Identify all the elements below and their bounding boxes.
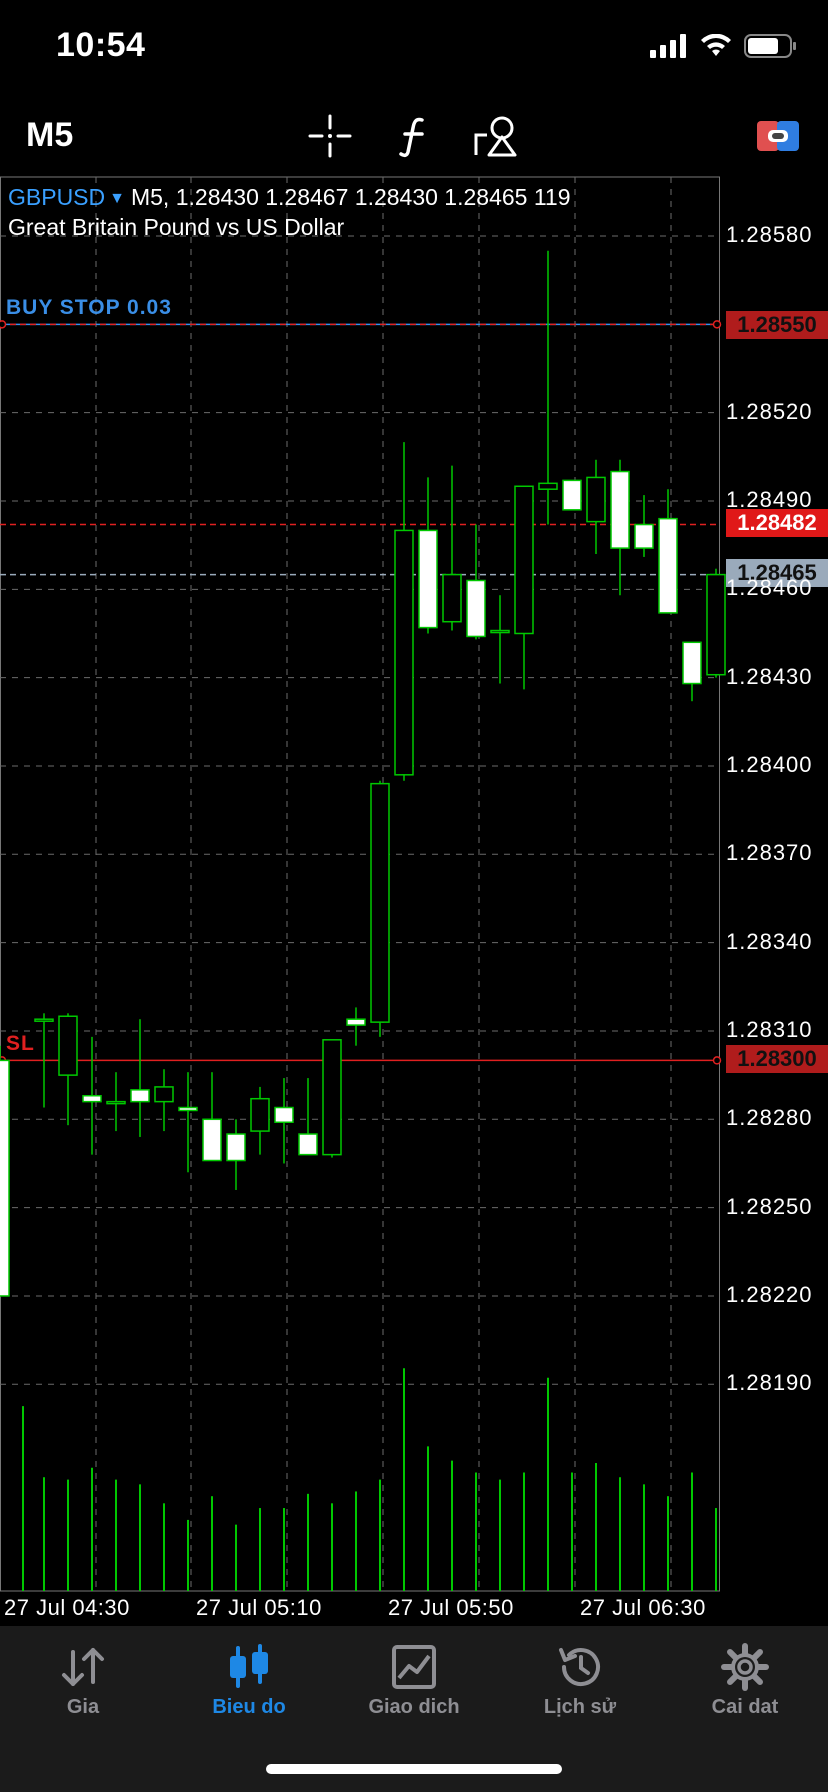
tab-trade-label: Giao dich [368, 1696, 460, 1718]
tab-history-label: Lịch sử [543, 1696, 617, 1718]
history-clock-icon [559, 1648, 600, 1687]
price-chart[interactable] [0, 0, 828, 1626]
level-line-handle [0, 320, 7, 329]
tab-settings[interactable]: Cai dat [662, 1626, 828, 1746]
candle-body [34, 1018, 54, 1022]
candle-body [634, 523, 654, 549]
buy-stop-label[interactable]: BUY STOP 0.03 [6, 296, 172, 320]
candle-body [610, 470, 630, 549]
candle-body [586, 476, 606, 523]
symbol-dropdown-icon[interactable]: ▼ [109, 190, 125, 207]
home-indicator [266, 1764, 562, 1774]
tab-history[interactable]: Lịch sử [497, 1626, 663, 1746]
candle-body [538, 482, 558, 490]
candle-body [442, 573, 462, 623]
time-tick-label: 27 Jul 05:50 [388, 1595, 514, 1620]
price-tick-label: 1.28580 [726, 222, 813, 247]
candle-body [394, 529, 414, 776]
candle-body [418, 529, 438, 629]
candle-body [154, 1086, 174, 1103]
candle-body [658, 517, 678, 614]
candle-body [490, 629, 510, 634]
candle-body [514, 485, 534, 635]
candle-body [0, 1059, 10, 1297]
time-tick-label: 27 Jul 06:30 [580, 1595, 706, 1620]
tab-chart[interactable]: Bieu do [166, 1626, 332, 1746]
candle-body [106, 1100, 126, 1105]
price-tick-label: 1.28310 [726, 1016, 813, 1042]
bid-price-label: 1.28482 [726, 509, 828, 537]
chart-ohlc-info: M5, 1.28430 1.28467 1.28430 1.28465 119 [130, 184, 571, 210]
candle-body [178, 1106, 198, 1112]
sl-label[interactable]: SL [6, 1032, 35, 1056]
candle-body [298, 1133, 318, 1156]
chart-symbol[interactable]: GBPUSD [8, 184, 105, 210]
price-tick-label: 1.28430 [726, 663, 813, 689]
time-tick-label: 27 Jul 04:30 [4, 1595, 130, 1620]
chart-description: Great Britain Pound vs US Dollar [8, 214, 345, 240]
candle-body [130, 1089, 150, 1103]
candle-body [82, 1094, 102, 1103]
price-tick-label: 1.28370 [726, 840, 813, 866]
candle-body [250, 1097, 270, 1132]
level-line-handle [712, 1056, 722, 1065]
chart-frame [0, 176, 720, 1592]
price-tick-label: 1.28220 [726, 1281, 813, 1307]
quotes-arrows-icon [62, 1648, 104, 1686]
candle-body [322, 1039, 342, 1156]
tab-quotes[interactable]: Gia [0, 1626, 166, 1746]
price-tick-label: 1.28520 [726, 398, 813, 424]
candle-body [202, 1118, 222, 1162]
chart-symbol-line: GBPUSD ▼ M5, 1.28430 1.28467 1.28430 1.284… [8, 184, 571, 211]
tab-chart-label: Bieu do [212, 1696, 286, 1718]
level-line-handle [712, 320, 722, 329]
candle-body [346, 1018, 366, 1026]
price-tick-label: 1.28400 [726, 751, 813, 777]
candle-body [274, 1106, 294, 1123]
price-tick-label: 1.28490 [726, 486, 813, 512]
price-tick-label: 1.28340 [726, 928, 813, 954]
sl-price-label: 1.28300 [726, 1045, 828, 1073]
tab-settings-label: Cai dat [711, 1696, 779, 1718]
settings-gear-icon [721, 1643, 769, 1691]
candle-body [706, 573, 726, 676]
candle-body [562, 479, 582, 511]
candle-body [466, 579, 486, 638]
tab-trade[interactable]: Giao dich [331, 1626, 497, 1746]
price-tick-label: 1.28190 [726, 1370, 813, 1396]
price-tick-label: 1.28280 [726, 1105, 813, 1131]
candle-body [226, 1133, 246, 1162]
tab-quotes-label: Gia [66, 1696, 100, 1718]
price-tick-label: 1.28250 [726, 1193, 813, 1219]
time-tick-label: 27 Jul 05:10 [196, 1595, 322, 1620]
candle-body [58, 1015, 78, 1076]
trade-chart-icon [392, 1645, 436, 1689]
price-tick-label: 1.28460 [726, 575, 813, 601]
candle-body [682, 641, 702, 685]
candles-icon [230, 1644, 268, 1688]
candle-body [370, 782, 390, 1023]
buy-stop-price-label: 1.28550 [726, 311, 828, 339]
